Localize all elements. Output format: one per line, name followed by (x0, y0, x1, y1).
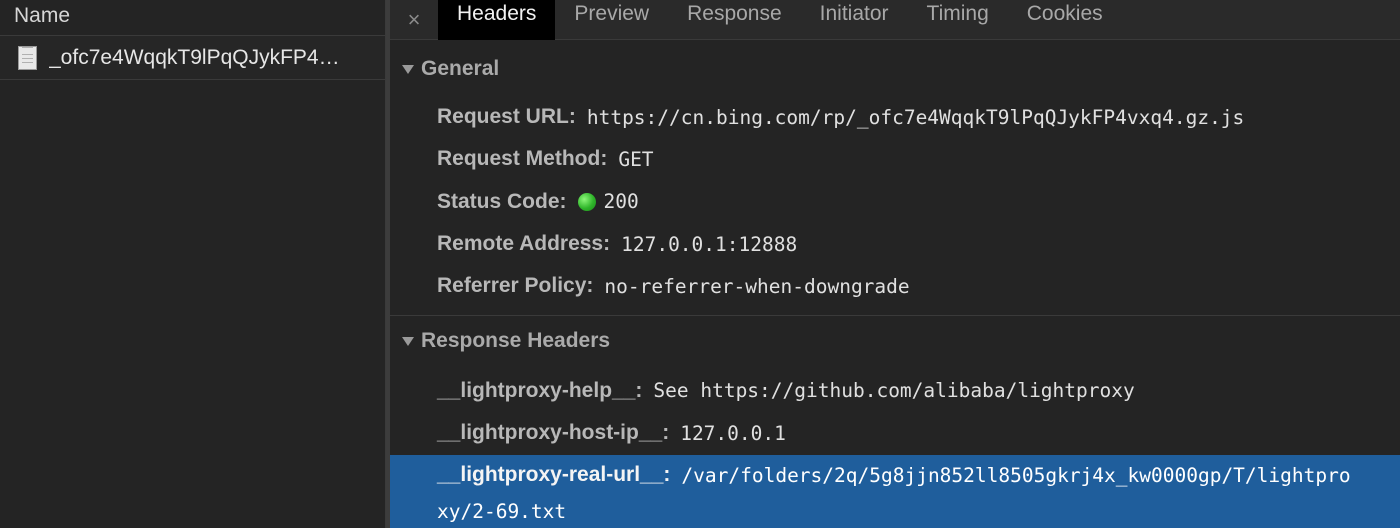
general-rows: Request URL: https://cn.bing.com/rp/_ofc… (390, 96, 1400, 307)
header-row-lightproxy-help: __lightproxy-help__: See https://github.… (437, 369, 1400, 412)
name-column-header[interactable]: Name (0, 0, 385, 36)
header-key: Referrer Policy: (437, 274, 594, 298)
tab-headers[interactable]: Headers (438, 0, 556, 40)
header-value: https://cn.bing.com/rp/_ofc7e4WqqkT9lPqQ… (586, 105, 1245, 129)
header-value-continued: xy/2-69.txt (437, 500, 567, 523)
header-key: __lightproxy-help__: (437, 378, 643, 402)
header-key: Request Method: (437, 147, 608, 171)
tab-preview[interactable]: Preview (555, 0, 668, 40)
details-tabbar: × Headers Preview Response Initiator Tim… (390, 0, 1400, 40)
header-value: GET (618, 147, 654, 171)
response-headers-section-toggle[interactable]: Response Headers (390, 316, 1400, 366)
header-value: 200 (603, 190, 639, 214)
header-key: __lightproxy-real-url__: (437, 463, 671, 486)
header-value: /var/folders/2q/5g8jjn852ll8505gkrj4x_kw… (681, 463, 1351, 487)
triangle-down-icon (402, 336, 414, 346)
general-section-toggle[interactable]: General (390, 40, 1400, 98)
status-success-icon (577, 192, 596, 211)
request-details-panel: × Headers Preview Response Initiator Tim… (390, 0, 1400, 528)
file-icon (18, 45, 37, 70)
header-key: Remote Address: (437, 232, 611, 256)
header-key: Request URL: (437, 105, 576, 129)
tab-initiator[interactable]: Initiator (801, 0, 908, 40)
tab-timing[interactable]: Timing (908, 0, 1008, 40)
header-key: __lightproxy-host-ip__: (437, 421, 670, 445)
header-row-line: __lightproxy-real-url__: /var/folders/2q… (437, 455, 1351, 495)
tab-response[interactable]: Response (668, 0, 801, 40)
header-value: See https://github.com/alibaba/lightprox… (653, 379, 1135, 403)
header-row-remote-address: Remote Address: 127.0.0.1:12888 (437, 223, 1400, 265)
header-row-lightproxy-real-url[interactable]: __lightproxy-real-url__: /var/folders/2q… (437, 455, 1351, 528)
response-headers-section-title: Response Headers (421, 329, 611, 353)
header-key: Status Code: (437, 189, 567, 213)
header-value: no-referrer-when-downgrade (604, 274, 910, 298)
close-icon[interactable]: × (390, 0, 438, 39)
triangle-down-icon (402, 64, 414, 74)
header-row-line: xy/2-69.txt (437, 495, 1351, 528)
header-row-request-method: Request Method: GET (437, 138, 1400, 180)
header-row-status-code: Status Code: 200 (437, 181, 1400, 223)
request-list-panel: Name _ofc7e4WqqkT9lPqQJykFP4… (0, 0, 386, 528)
header-row-referrer-policy: Referrer Policy: no-referrer-when-downgr… (437, 265, 1400, 307)
tab-cookies[interactable]: Cookies (1008, 0, 1122, 40)
devtools-network: Name _ofc7e4WqqkT9lPqQJykFP4… × Headers … (0, 0, 1400, 528)
header-value: 127.0.0.1:12888 (621, 232, 798, 256)
header-value: 127.0.0.1 (680, 421, 786, 445)
header-row-lightproxy-host-ip: __lightproxy-host-ip__: 127.0.0.1 (437, 412, 1400, 455)
request-file-name: _ofc7e4WqqkT9lPqQJykFP4… (49, 45, 340, 69)
header-row-request-url: Request URL: https://cn.bing.com/rp/_ofc… (437, 96, 1400, 138)
request-row[interactable]: _ofc7e4WqqkT9lPqQJykFP4… (0, 36, 385, 80)
general-section-title: General (421, 57, 500, 80)
response-header-rows: __lightproxy-help__: See https://github.… (390, 369, 1400, 454)
